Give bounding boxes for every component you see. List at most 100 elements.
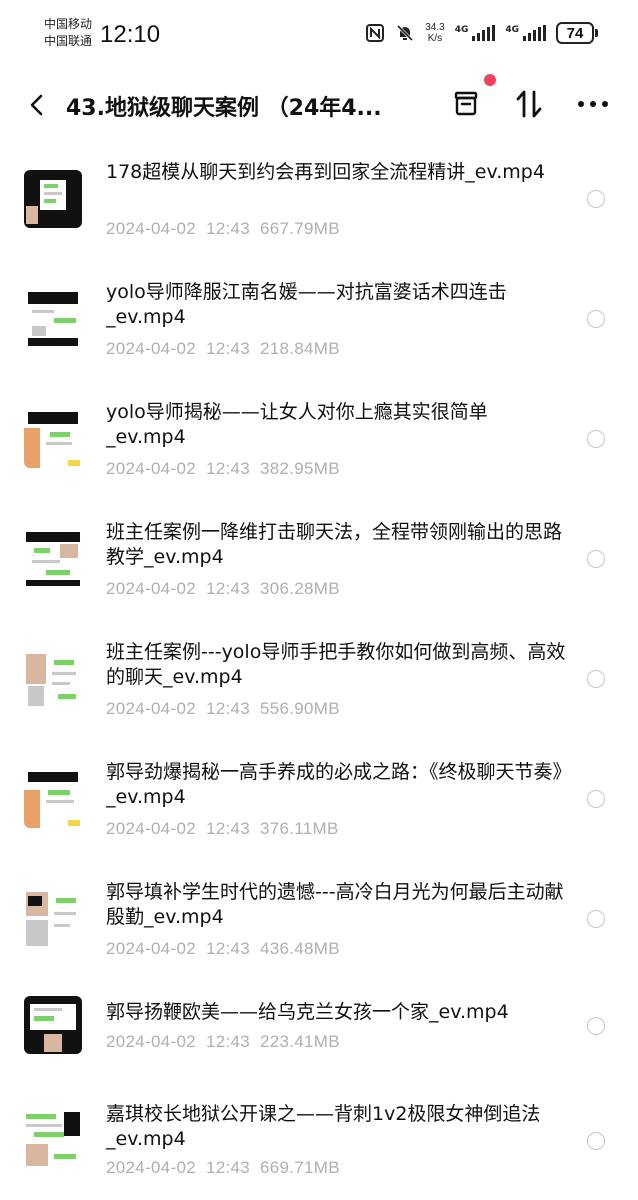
list-item[interactable]: 178超模从聊天到约会再到回家全流程精讲_ev.mp4 2024-04-02 12…	[0, 152, 638, 262]
file-size: 376.11MB	[260, 819, 339, 838]
file-meta: 2024-04-02 12:43 556.90MB	[106, 699, 350, 719]
file-name: 郭导填补学生时代的遗憾---高冷白月光为何最后主动献殷勤_ev.mp4	[106, 881, 564, 928]
list-item[interactable]: 嘉琪校长地狱公开课之——背刺1v2极限女神倒追法_ev.mp4 2024-04-…	[0, 1100, 638, 1200]
select-radio[interactable]	[587, 790, 605, 808]
file-size: 667.79MB	[260, 219, 340, 238]
file-meta: 2024-04-02 12:43 382.95MB	[106, 459, 350, 479]
file-date: 2024-04-02	[106, 339, 196, 358]
network-type-2: 4G	[505, 25, 519, 35]
header: 43.地狱级聊天案例 （24年4...	[0, 76, 638, 136]
file-name: 嘉琪校长地狱公开课之——背刺1v2极限女神倒追法_ev.mp4	[106, 1103, 541, 1150]
file-time: 12:43	[205, 1158, 251, 1177]
video-thumbnail	[24, 290, 82, 348]
list-item[interactable]: 郭导劲爆揭秘一高手养成的必成之路：《终极聊天节奏》_ev.mp4 2024-04…	[0, 752, 638, 862]
notification-dot	[484, 74, 496, 86]
select-radio[interactable]	[587, 1132, 605, 1150]
file-time: 12:43	[205, 819, 251, 838]
nfc-icon	[365, 23, 385, 43]
file-meta: 2024-04-02 12:43 376.11MB	[106, 819, 349, 839]
file-date: 2024-04-02	[106, 579, 196, 598]
video-thumbnail	[24, 170, 82, 228]
network-speed: 34.3 K/s	[425, 22, 444, 44]
file-size: 436.48MB	[260, 939, 340, 958]
sort-icon	[516, 90, 542, 118]
file-date: 2024-04-02	[106, 459, 196, 478]
file-time: 12:43	[205, 219, 251, 238]
file-meta: 2024-04-02 12:43 306.28MB	[106, 579, 350, 599]
file-date: 2024-04-02	[106, 819, 196, 838]
more-icon	[578, 101, 608, 107]
more-button[interactable]	[575, 86, 611, 122]
file-name: 郭导扬鞭欧美——给乌克兰女孩一个家_ev.mp4	[106, 1001, 509, 1023]
back-icon	[30, 94, 43, 116]
video-thumbnail	[24, 1110, 82, 1168]
file-time: 12:43	[205, 939, 251, 958]
list-item[interactable]: yolo导师降服江南名媛——对抗富婆话术四连击_ev.mp4 2024-04-0…	[0, 272, 638, 382]
file-meta: 2024-04-02 12:43 667.79MB	[106, 219, 350, 239]
file-meta: 2024-04-02 12:43 223.41MB	[106, 1032, 350, 1052]
file-date: 2024-04-02	[106, 699, 196, 718]
select-radio[interactable]	[587, 550, 605, 568]
file-name: 郭导劲爆揭秘一高手养成的必成之路：《终极聊天节奏》_ev.mp4	[106, 761, 563, 808]
speed-unit: K/s	[427, 33, 443, 44]
file-time: 12:43	[205, 579, 251, 598]
select-radio[interactable]	[587, 190, 605, 208]
file-date: 2024-04-02	[106, 939, 196, 958]
file-name: yolo导师降服江南名媛——对抗富婆话术四连击_ev.mp4	[106, 281, 507, 328]
list-item[interactable]: 班主任案例---yolo导师手把手教你如何做到高频、高效的聊天_ev.mp4 2…	[0, 632, 638, 742]
file-meta: 2024-04-02 12:43 218.84MB	[106, 339, 350, 359]
video-thumbnail	[24, 650, 82, 708]
file-time: 12:43	[205, 699, 251, 718]
signal-icon: 4G	[455, 25, 496, 41]
video-thumbnail	[24, 890, 82, 948]
file-size: 306.28MB	[260, 579, 340, 598]
page-title: 43.地狱级聊天案例 （24年4...	[66, 96, 382, 121]
file-date: 2024-04-02	[106, 1158, 196, 1177]
archive-button[interactable]	[448, 86, 484, 122]
carrier-2: 中国联通	[44, 34, 93, 48]
file-name: 178超模从聊天到约会再到回家全流程精讲_ev.mp4	[106, 161, 545, 183]
file-size: 556.90MB	[260, 699, 340, 718]
video-thumbnail	[24, 410, 82, 468]
file-name: yolo导师揭秘——让女人对你上瘾其实很简单_ev.mp4	[106, 401, 488, 448]
file-meta: 2024-04-02 12:43 436.48MB	[106, 939, 350, 959]
status-icons: 34.3 K/s 4G 4G 74	[365, 22, 598, 44]
mute-bell-icon	[395, 23, 415, 43]
battery-icon: 74	[556, 22, 598, 44]
clock: 12:10	[100, 21, 161, 48]
video-thumbnail	[24, 770, 82, 828]
file-name: 班主任案例一降维打击聊天法，全程带领刚输出的思路教学_ev.mp4	[106, 521, 563, 568]
list-item[interactable]: 郭导填补学生时代的遗憾---高冷白月光为何最后主动献殷勤_ev.mp4 2024…	[0, 872, 638, 982]
file-time: 12:43	[205, 1032, 251, 1051]
sort-button[interactable]	[511, 86, 547, 122]
battery-level: 74	[556, 22, 594, 44]
file-name: 班主任案例---yolo导师手把手教你如何做到高频、高效的聊天_ev.mp4	[106, 641, 566, 688]
select-radio[interactable]	[587, 910, 605, 928]
file-time: 12:43	[205, 459, 251, 478]
video-thumbnail	[24, 530, 82, 588]
network-type-1: 4G	[454, 25, 469, 35]
back-button[interactable]	[22, 90, 52, 120]
select-radio[interactable]	[587, 310, 605, 328]
file-size: 218.84MB	[260, 339, 340, 358]
file-size: 382.95MB	[260, 459, 340, 478]
file-time: 12:43	[205, 339, 251, 358]
select-radio[interactable]	[587, 670, 605, 688]
status-bar: 中国移动 中国联通 12:10 34.3 K/s 4G 4G 74	[0, 0, 638, 70]
select-radio[interactable]	[587, 430, 605, 448]
file-size: 669.71MB	[260, 1158, 340, 1177]
video-thumbnail	[24, 996, 82, 1054]
carrier-info: 中国移动 中国联通	[44, 16, 92, 50]
file-date: 2024-04-02	[106, 1032, 196, 1051]
list-item[interactable]: yolo导师揭秘——让女人对你上瘾其实很简单_ev.mp4 2024-04-02…	[0, 392, 638, 502]
select-radio[interactable]	[587, 1017, 605, 1035]
carrier-1: 中国移动	[44, 17, 93, 31]
file-size: 223.41MB	[260, 1032, 340, 1051]
list-item[interactable]: 班主任案例一降维打击聊天法，全程带领刚输出的思路教学_ev.mp4 2024-0…	[0, 512, 638, 622]
signal-icon-2: 4G	[505, 25, 546, 41]
file-date: 2024-04-02	[106, 219, 196, 238]
speed-value: 34.3	[425, 22, 445, 33]
file-meta: 2024-04-02 12:43 669.71MB	[106, 1158, 350, 1178]
archive-icon	[454, 91, 478, 116]
list-item[interactable]: 郭导扬鞭欧美——给乌克兰女孩一个家_ev.mp4 2024-04-02 12:43…	[0, 992, 638, 1102]
